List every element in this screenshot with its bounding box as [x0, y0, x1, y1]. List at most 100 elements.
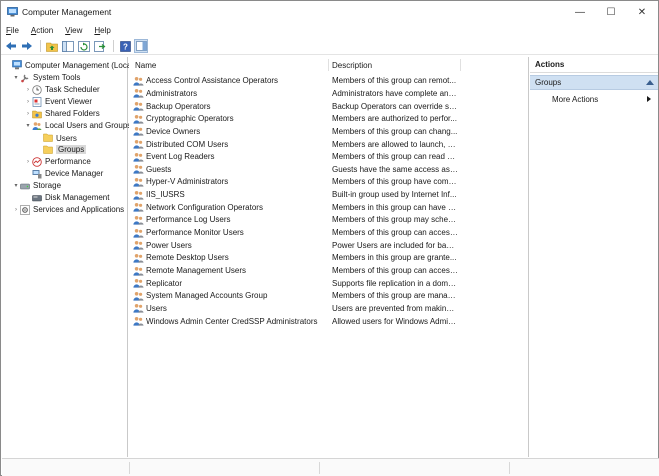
- tree-expander-icon[interactable]: ▾: [12, 74, 20, 81]
- table-row[interactable]: Remote Desktop Users Members in this grou…: [129, 252, 527, 265]
- tree-expander-icon[interactable]: ›: [24, 99, 32, 105]
- table-row[interactable]: Administrators Administrators have comple…: [129, 87, 527, 100]
- table-row[interactable]: Replicator Supports file replication in a…: [129, 277, 527, 290]
- table-row[interactable]: Event Log Readers Members of this group c…: [129, 150, 527, 163]
- tree-item-performance[interactable]: › Performance: [24, 156, 91, 168]
- group-description: Members of this group can access ...: [332, 266, 458, 276]
- group-description: Members in this group are grante...: [332, 253, 457, 263]
- system-tools-icon: [20, 73, 30, 83]
- group-icon: [133, 164, 144, 174]
- group-description: Administrators have complete and...: [332, 88, 458, 98]
- up-folder-icon[interactable]: [45, 39, 59, 53]
- tree-item-groups[interactable]: Groups: [35, 144, 87, 156]
- help-icon[interactable]: ?: [118, 39, 132, 53]
- tree-item-device-manager[interactable]: Device Manager: [24, 168, 103, 180]
- menu-help[interactable]: Help: [94, 26, 110, 35]
- group-icon: [133, 88, 144, 99]
- group-name: Guests: [146, 164, 172, 174]
- group-icon: [133, 291, 144, 301]
- tree-item-system-tools[interactable]: ▾ System Tools: [12, 72, 80, 84]
- column-header-name[interactable]: Name: [135, 57, 331, 73]
- group-name: Administrators: [146, 88, 198, 98]
- tree-item-services-and-applications[interactable]: › Services and Applications: [12, 204, 124, 216]
- group-icon: [133, 266, 144, 276]
- group-name: Users: [146, 303, 167, 313]
- action-pane-icon[interactable]: [134, 39, 148, 53]
- task-scheduler-icon: [32, 84, 42, 95]
- actions-section-groups[interactable]: Groups: [530, 75, 658, 90]
- tree-expander-icon[interactable]: ›: [24, 111, 32, 117]
- refresh-icon[interactable]: [77, 39, 91, 53]
- table-row[interactable]: Backup Operators Backup Operators can ove…: [129, 100, 527, 113]
- tree-item-disk-management[interactable]: Disk Management: [24, 192, 109, 204]
- table-row[interactable]: Hyper-V Administrators Members of this gr…: [129, 176, 527, 189]
- computer-management-window: Computer Management — ☐ ✕ File Action View…: [0, 0, 659, 476]
- shared-folders-icon: [32, 109, 42, 119]
- table-row[interactable]: Access Control Assistance Operators Membe…: [129, 75, 527, 88]
- menu-action[interactable]: Action: [31, 26, 53, 35]
- table-row[interactable]: Users Users are prevented from making ...: [129, 302, 527, 315]
- tree-item-label: Shared Folders: [45, 109, 100, 118]
- back-arrow-icon[interactable]: [4, 39, 18, 53]
- close-button[interactable]: ✕: [626, 1, 658, 23]
- forward-arrow-icon[interactable]: [20, 39, 34, 53]
- tree-item-shared-folders[interactable]: › Shared Folders: [24, 108, 100, 120]
- folder-icon: [43, 145, 53, 155]
- table-row[interactable]: Performance Monitor Users Members of this…: [129, 226, 527, 239]
- tree-expander-icon[interactable]: ›: [12, 207, 20, 213]
- tree-item-event-viewer[interactable]: › Event Viewer: [24, 96, 92, 108]
- group-icon: [133, 76, 144, 86]
- table-row[interactable]: Remote Management Users Members of this g…: [129, 264, 527, 277]
- table-row[interactable]: System Managed Accounts Group Members of …: [129, 290, 527, 303]
- group-description: Allowed users for Windows Admin ...: [332, 316, 458, 326]
- table-row[interactable]: Cryptographic Operators Members are autho…: [129, 112, 527, 125]
- tree-item-storage[interactable]: ▾ Storage: [12, 180, 61, 192]
- status-bar: [2, 458, 659, 476]
- tree-item-task-scheduler[interactable]: › Task Scheduler: [24, 84, 100, 96]
- tree-expander-icon[interactable]: ▾: [12, 182, 20, 189]
- actions-section-label: Groups: [535, 78, 562, 87]
- more-actions-item[interactable]: More Actions: [552, 93, 656, 106]
- tree-item-label: Event Viewer: [45, 97, 92, 106]
- maximize-button[interactable]: ☐: [595, 1, 627, 23]
- table-row[interactable]: Device Owners Members of this group can c…: [129, 125, 527, 138]
- show-hide-tree-icon[interactable]: [61, 39, 75, 53]
- table-row[interactable]: Power Users Power Users are included for …: [129, 239, 527, 252]
- column-separator[interactable]: [328, 59, 329, 71]
- column-header-description[interactable]: Description: [332, 57, 458, 73]
- table-row[interactable]: Performance Log Users Members of this gro…: [129, 214, 527, 227]
- services-applications-icon: [20, 204, 30, 215]
- table-row[interactable]: Windows Admin Center CredSSP Administrat…: [129, 315, 527, 328]
- more-actions-label: More Actions: [552, 95, 599, 104]
- collapse-caret-icon[interactable]: [646, 80, 654, 85]
- group-description: Members of this group can chang...: [332, 126, 458, 136]
- tree-expander-icon[interactable]: ›: [24, 87, 32, 93]
- folder-icon: [43, 133, 53, 143]
- table-row[interactable]: Distributed COM Users Members are allowed…: [129, 138, 527, 151]
- actions-title: Actions: [530, 57, 658, 73]
- table-row[interactable]: IIS_IUSRS Built-in group used by Internet…: [129, 188, 527, 201]
- tree-item-users[interactable]: Users: [35, 132, 77, 144]
- menu-label-rest: ction: [36, 26, 54, 35]
- tree-item-label: Disk Management: [45, 193, 110, 202]
- group-icon: [133, 202, 144, 212]
- column-separator[interactable]: [460, 59, 461, 71]
- menu-file[interactable]: File: [6, 26, 19, 35]
- tree-expander-icon[interactable]: ›: [24, 159, 32, 165]
- table-row[interactable]: Network Configuration Operators Members i…: [129, 201, 527, 214]
- table-row[interactable]: Guests Guests have the same access as m..…: [129, 163, 527, 176]
- toolbar-separator: [113, 40, 114, 52]
- group-name: Remote Desktop Users: [146, 253, 229, 263]
- tree-item-label: System Tools: [33, 73, 81, 82]
- menu-label-rest: elp: [100, 26, 111, 35]
- tree-expander-icon[interactable]: ▾: [24, 122, 32, 129]
- tree-item-label: Services and Applications: [33, 205, 125, 214]
- minimize-button[interactable]: —: [564, 1, 596, 23]
- status-segment: [320, 462, 510, 474]
- export-list-icon[interactable]: [93, 39, 107, 53]
- tree-item-local-users-and-groups[interactable]: ▾ Local Users and Groups: [24, 120, 131, 132]
- group-icon: [133, 228, 144, 238]
- menu-view[interactable]: View: [65, 26, 82, 35]
- group-icon: [133, 240, 144, 250]
- tree-item-computer-management-local[interactable]: Computer Management (Local): [4, 59, 136, 71]
